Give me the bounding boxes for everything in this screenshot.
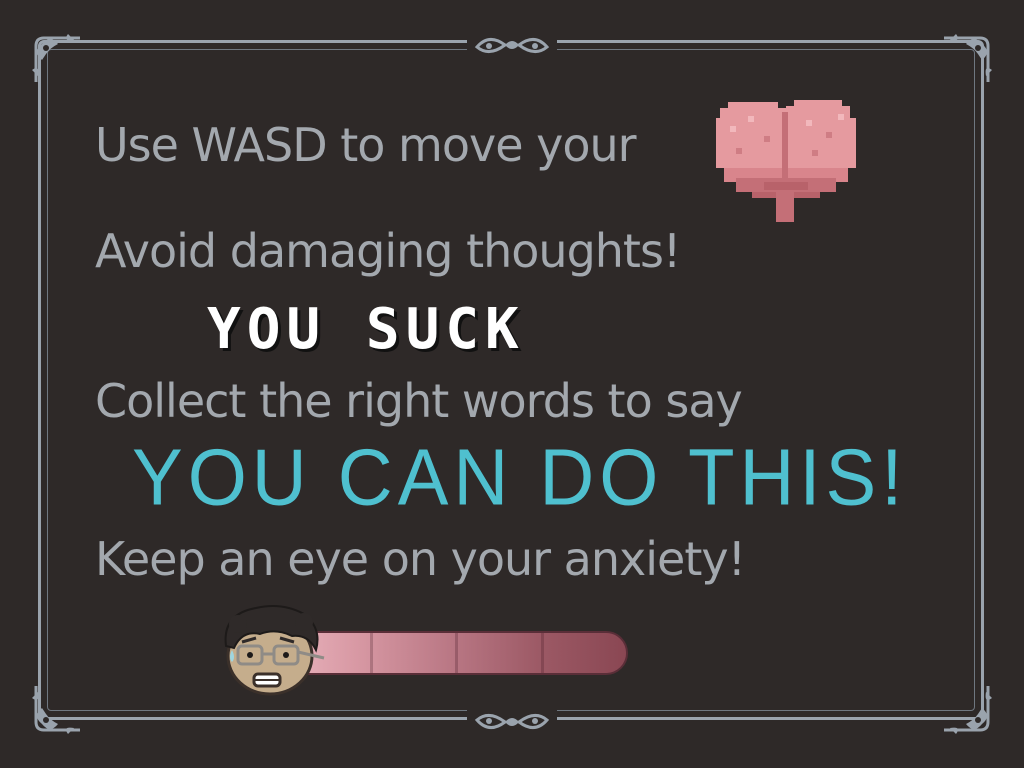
corner-ornament-icon [32,686,80,734]
center-ornament-icon [467,706,557,736]
center-ornament-icon [467,31,557,61]
anxiety-meter-divider [540,633,544,673]
corner-ornament-icon [944,34,992,82]
corner-ornament-icon [32,34,80,82]
tutorial-screen: Use WASD to move your Avoid damaging tho… [0,0,1024,768]
instruction-move: Use WASD to move your [95,118,637,172]
instruction-anxiety: Keep an eye on your anxiety! [95,532,746,586]
anxiety-meter-divider [369,633,373,673]
damaging-thought-example: YOU SUCK [207,297,525,362]
corner-ornament-icon [944,686,992,734]
instruction-collect: Collect the right words to say [95,374,743,428]
anxiety-meter [282,631,628,675]
brain-icon [716,100,856,222]
instruction-avoid: Avoid damaging thoughts! [95,224,681,278]
anxious-face-icon [224,605,325,696]
right-words-example: YOU CAN DO THIS! [132,432,908,523]
anxiety-meter-divider [455,633,458,673]
